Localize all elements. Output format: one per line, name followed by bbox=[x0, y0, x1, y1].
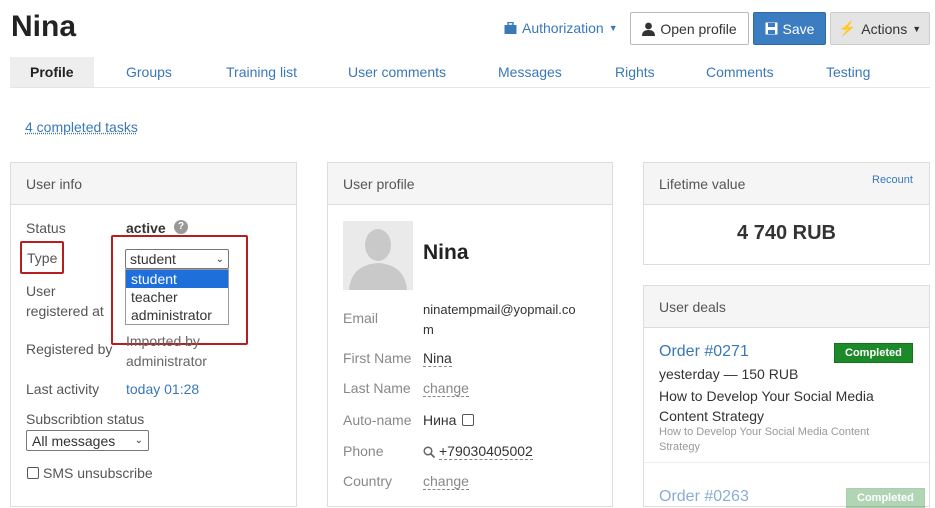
search-icon[interactable] bbox=[423, 445, 435, 458]
country-change[interactable]: change bbox=[423, 473, 469, 490]
registered-by-label: Registered by bbox=[26, 341, 113, 357]
phone-label: Phone bbox=[343, 443, 384, 459]
last-name-change[interactable]: change bbox=[423, 380, 469, 397]
user-profile-heading: User profile bbox=[328, 163, 612, 205]
sms-unsubscribe: SMS unsubscribe bbox=[27, 465, 153, 481]
last-activity-label: Last activity bbox=[26, 381, 100, 397]
registered-by-line1: Imported by bbox=[126, 333, 200, 349]
registered-at-label: User registered at bbox=[26, 281, 104, 321]
type-option-administrator[interactable]: administrator bbox=[126, 306, 228, 324]
open-profile-label: Open profile bbox=[660, 20, 737, 37]
tab-profile[interactable]: Profile bbox=[10, 57, 94, 87]
user-info-heading: User info bbox=[11, 163, 296, 205]
page-title: Nina bbox=[11, 10, 77, 43]
email-value: ninatempmail@yopmail.co m bbox=[423, 300, 576, 340]
deal-order-link[interactable]: Order #0271 bbox=[659, 343, 749, 361]
caret-down-icon: ▼ bbox=[608, 23, 618, 33]
tab-user-comments[interactable]: User comments bbox=[348, 57, 446, 87]
bolt-icon: ⚡ bbox=[838, 20, 857, 36]
phone-value[interactable]: +79030405002 bbox=[439, 443, 533, 460]
first-name-label: First Name bbox=[343, 350, 412, 366]
auto-name-label: Auto-name bbox=[343, 412, 412, 428]
avatar bbox=[343, 221, 413, 290]
open-profile-button[interactable]: Open profile bbox=[630, 12, 749, 45]
auto-name-value: Нина bbox=[423, 412, 457, 428]
deal-subtitle: How to Develop Your Social Media Content… bbox=[659, 425, 869, 455]
type-option-teacher[interactable]: teacher bbox=[126, 288, 228, 306]
deal-divider bbox=[644, 462, 929, 463]
auto-name-checkbox[interactable] bbox=[462, 414, 475, 426]
sms-unsubscribe-checkbox[interactable] bbox=[27, 467, 39, 479]
tab-rights[interactable]: Rights bbox=[615, 57, 655, 87]
deal-subtitle-line2: Strategy bbox=[659, 441, 700, 453]
deal-order-link[interactable]: Order #0263 bbox=[659, 488, 749, 506]
country-label: Country bbox=[343, 473, 393, 489]
deal-status-badge: Completed bbox=[846, 488, 925, 508]
authorization-dropdown[interactable]: Authorization ▼ bbox=[504, 20, 618, 36]
profile-name: Nina bbox=[423, 241, 469, 264]
help-icon[interactable]: ? bbox=[174, 220, 188, 234]
tab-comments[interactable]: Comments bbox=[706, 57, 774, 87]
deal-title-line1: How to Develop Your Social Media bbox=[659, 388, 874, 404]
subscription-label: Subscribtion status bbox=[26, 411, 145, 427]
registered-at-label-line2: registered at bbox=[26, 303, 104, 319]
caret-down-icon: ▼ bbox=[912, 23, 922, 34]
deal-subtitle-line1: How to Develop Your Social Media Content bbox=[659, 426, 870, 438]
tab-bar: Profile Groups Training list User commen… bbox=[10, 57, 930, 88]
tab-testing[interactable]: Testing bbox=[826, 57, 870, 87]
tab-messages[interactable]: Messages bbox=[498, 57, 562, 87]
subscription-select[interactable]: All messages ⌄ bbox=[26, 430, 149, 451]
tab-groups[interactable]: Groups bbox=[126, 57, 172, 87]
save-icon bbox=[765, 22, 778, 35]
registered-by-value: Imported by administrator bbox=[126, 331, 207, 371]
user-deals-heading: User deals bbox=[644, 286, 929, 328]
briefcase-icon bbox=[504, 21, 517, 34]
first-name-value[interactable]: Nina bbox=[423, 350, 452, 367]
registered-at-label-line1: User bbox=[26, 283, 56, 299]
phone: +79030405002 bbox=[423, 443, 533, 460]
tab-training-list[interactable]: Training list bbox=[226, 57, 297, 87]
email-label: Email bbox=[343, 310, 379, 326]
status-value: active bbox=[126, 220, 166, 236]
last-activity-value[interactable]: today 01:28 bbox=[126, 381, 199, 397]
chevron-down-icon: ⌄ bbox=[134, 435, 143, 446]
authorization-label: Authorization bbox=[522, 20, 604, 36]
deal-meta: yesterday — 150 RUB bbox=[659, 366, 799, 382]
completed-tasks-link[interactable]: 4 completed tasks bbox=[25, 119, 138, 135]
sms-unsubscribe-label: SMS unsubscribe bbox=[43, 465, 153, 481]
status-label: Status bbox=[26, 220, 66, 236]
recount-link[interactable]: Recount bbox=[872, 174, 913, 186]
type-option-student[interactable]: student bbox=[126, 270, 228, 288]
chevron-down-icon: ⌄ bbox=[215, 253, 224, 265]
lifetime-value: 4 740 RUB bbox=[737, 222, 836, 244]
deal-status-badge: Completed bbox=[834, 343, 913, 363]
user-icon bbox=[642, 22, 656, 36]
actions-label: Actions bbox=[861, 20, 908, 37]
deal-title: How to Develop Your Social Media Content… bbox=[659, 386, 874, 426]
save-label: Save bbox=[782, 20, 815, 37]
type-select-value: student bbox=[130, 251, 176, 267]
type-select[interactable]: student ⌄ bbox=[125, 249, 229, 269]
type-label: Type bbox=[27, 250, 58, 266]
email-line1: ninatempmail@yopmail.co bbox=[423, 302, 576, 317]
auto-name: Нина bbox=[423, 412, 475, 428]
save-button[interactable]: Save bbox=[753, 12, 826, 45]
subscription-select-value: All messages bbox=[32, 432, 116, 449]
registered-by-line2: administrator bbox=[126, 353, 207, 369]
last-name-label: Last Name bbox=[343, 380, 411, 396]
type-options-list: student teacher administrator bbox=[125, 269, 229, 325]
email-line2: m bbox=[423, 322, 434, 337]
deal-title-line2: Content Strategy bbox=[659, 408, 765, 424]
actions-button[interactable]: ⚡ Actions ▼ bbox=[830, 12, 930, 45]
